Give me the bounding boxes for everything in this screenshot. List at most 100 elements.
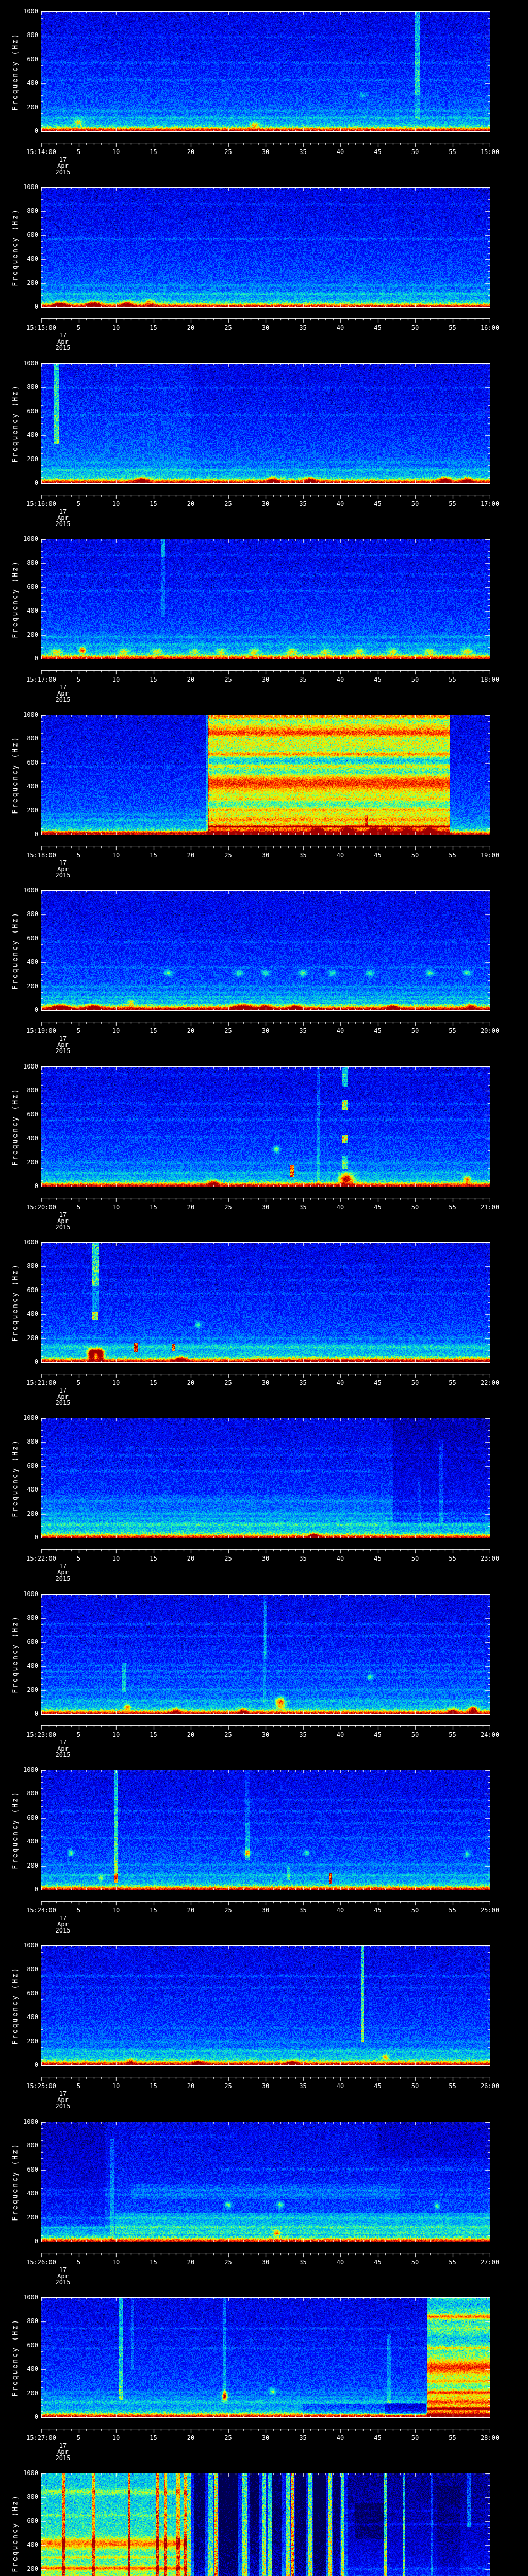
- x-tick-label: 5: [76, 676, 81, 683]
- x-end-time-label: 25:00: [480, 1907, 500, 1914]
- plot-tick-marks: [41, 1418, 490, 1538]
- x-tick-label: 50: [411, 1204, 419, 1211]
- y-tick-label: 200: [27, 1510, 38, 1517]
- x-tick-label: 35: [299, 2434, 307, 2442]
- x-tick-label: 5: [76, 1027, 81, 1035]
- x-end-time-label: 26:00: [480, 2082, 500, 2090]
- date-year: 2015: [55, 344, 71, 351]
- y-tick-label: 1000: [23, 1063, 38, 1070]
- x-end-time-label: 22:00: [480, 1379, 500, 1386]
- plot-tick-marks: [41, 1243, 490, 1362]
- y-tick-label: 400: [27, 2013, 38, 2021]
- y-axis-title: Frequency (Hz): [11, 208, 20, 286]
- plot-frame: [41, 1594, 490, 1715]
- x-start-time-label: 15:16:00: [26, 500, 56, 507]
- x-tick-label: 30: [261, 1907, 270, 1914]
- x-tick-label: 5: [76, 2082, 81, 2090]
- y-tick-label: 800: [27, 1965, 38, 1973]
- y-tick-label: 1000: [23, 2118, 38, 2125]
- plot-frame: [41, 1945, 490, 2066]
- x-tick-label: 50: [411, 500, 419, 507]
- x-tick-label: 50: [411, 2434, 419, 2442]
- x-tick-label: 25: [224, 1027, 232, 1035]
- y-tick-label: 800: [27, 2317, 38, 2325]
- plot-tick-marks: [41, 2298, 490, 2417]
- x-tick-label: 45: [374, 1907, 382, 1914]
- x-tick-label: 50: [411, 324, 419, 331]
- y-tick-label: 600: [27, 1110, 38, 1118]
- x-tick-label: 55: [449, 2259, 456, 2266]
- x-end-time-label: 19:00: [480, 852, 500, 859]
- y-tick-label: 0: [34, 1358, 38, 1365]
- x-tick-label: 30: [261, 1555, 270, 1562]
- date-year: 2015: [55, 872, 71, 879]
- y-tick-label: 1000: [23, 8, 38, 15]
- x-tick-label: 30: [261, 1379, 270, 1386]
- y-tick-label: 0: [34, 831, 38, 838]
- plot-frame: [41, 11, 490, 132]
- x-tick-label: 20: [187, 2434, 195, 2442]
- x-tick-label: 35: [299, 2082, 307, 2090]
- y-tick-label: 200: [27, 1861, 38, 1869]
- x-tick-label: 45: [374, 2434, 382, 2442]
- x-tick-label: 15: [150, 1907, 157, 1914]
- plot-frame: [41, 187, 490, 308]
- x-end-time-label: 17:00: [480, 500, 500, 507]
- x-tick-label: 40: [336, 1204, 344, 1211]
- spectrogram-panel: Frequency (Hz) 1000 800 600 400 200 0 15:15:00 5…: [0, 176, 528, 352]
- date-year: 2015: [55, 2279, 71, 2286]
- x-end-time-label: 23:00: [480, 1555, 500, 1562]
- y-tick-label: 200: [27, 1334, 38, 1342]
- x-tick-label: 30: [261, 1027, 270, 1035]
- spectrogram-panel: Frequency (Hz) 1000 800 600 400 200 0 15:16:00 5…: [0, 352, 528, 528]
- x-tick-label: 55: [449, 852, 456, 859]
- plot-tick-marks: [41, 1595, 490, 1714]
- date-year: 2015: [55, 2454, 71, 2462]
- x-tick-label: 55: [449, 676, 456, 683]
- y-tick-label: 200: [27, 455, 38, 463]
- x-tick-label: 20: [187, 500, 195, 507]
- x-tick-label: 50: [411, 1907, 419, 1914]
- y-tick-label: 800: [27, 735, 38, 742]
- x-end-time-label: 20:00: [480, 1027, 500, 1035]
- x-tick-label: 45: [374, 148, 382, 156]
- x-tick-label: 5: [76, 2434, 81, 2442]
- plot-tick-marks: [41, 715, 490, 835]
- x-end-time-label: 16:00: [480, 324, 500, 331]
- x-tick-label: 5: [76, 1731, 81, 1738]
- x-tick-label: 20: [187, 2259, 195, 2266]
- x-tick-label: 50: [411, 852, 419, 859]
- y-tick-label: 1000: [23, 1942, 38, 1949]
- x-tick-label: 10: [112, 324, 120, 331]
- x-tick-label: 25: [224, 852, 232, 859]
- x-tick-label: 35: [299, 1555, 307, 1562]
- plot-tick-marks: [41, 364, 490, 483]
- plot-frame: [41, 1770, 490, 1890]
- y-tick-label: 400: [27, 783, 38, 790]
- spectrogram-panel: Frequency (Hz) 1000 800 600 400 200 0 15:27:00 5…: [0, 2286, 528, 2462]
- x-tick-label: 50: [411, 148, 419, 156]
- y-tick-label: 1000: [23, 535, 38, 543]
- x-tick-label: 15: [150, 1731, 157, 1738]
- y-axis-title: Frequency (Hz): [11, 2143, 20, 2221]
- y-axis-title: Frequency (Hz): [11, 1791, 20, 1869]
- x-tick-label: 20: [187, 148, 195, 156]
- spectrogram-panel: Frequency (Hz) 1000 800 600 400 200 0 15:26:00 5…: [0, 2110, 528, 2286]
- x-tick-label: 20: [187, 852, 195, 859]
- x-tick-label: 40: [336, 676, 344, 683]
- x-tick-label: 50: [411, 2082, 419, 2090]
- y-tick-label: 400: [27, 2541, 38, 2549]
- x-tick-label: 45: [374, 1379, 382, 1386]
- y-tick-label: 1000: [23, 2469, 38, 2477]
- x-start-time-label: 15:20:00: [26, 1204, 56, 1211]
- spectrogram-stack: Frequency (Hz) 1000 800 600 400 200 0 15:14:00 5…: [0, 0, 528, 2576]
- y-tick-label: 400: [27, 2365, 38, 2373]
- x-tick-label: 15: [150, 324, 157, 331]
- y-tick-label: 800: [27, 1262, 38, 1270]
- spectrogram-panel: Frequency (Hz) 1000 800 600 400 200 0 15:20:00 5…: [0, 1055, 528, 1231]
- x-tick-label: 20: [187, 676, 195, 683]
- x-tick-label: 55: [449, 2434, 456, 2442]
- y-tick-label: 0: [34, 655, 38, 662]
- x-tick-label: 10: [112, 1731, 120, 1738]
- x-tick-label: 45: [374, 324, 382, 331]
